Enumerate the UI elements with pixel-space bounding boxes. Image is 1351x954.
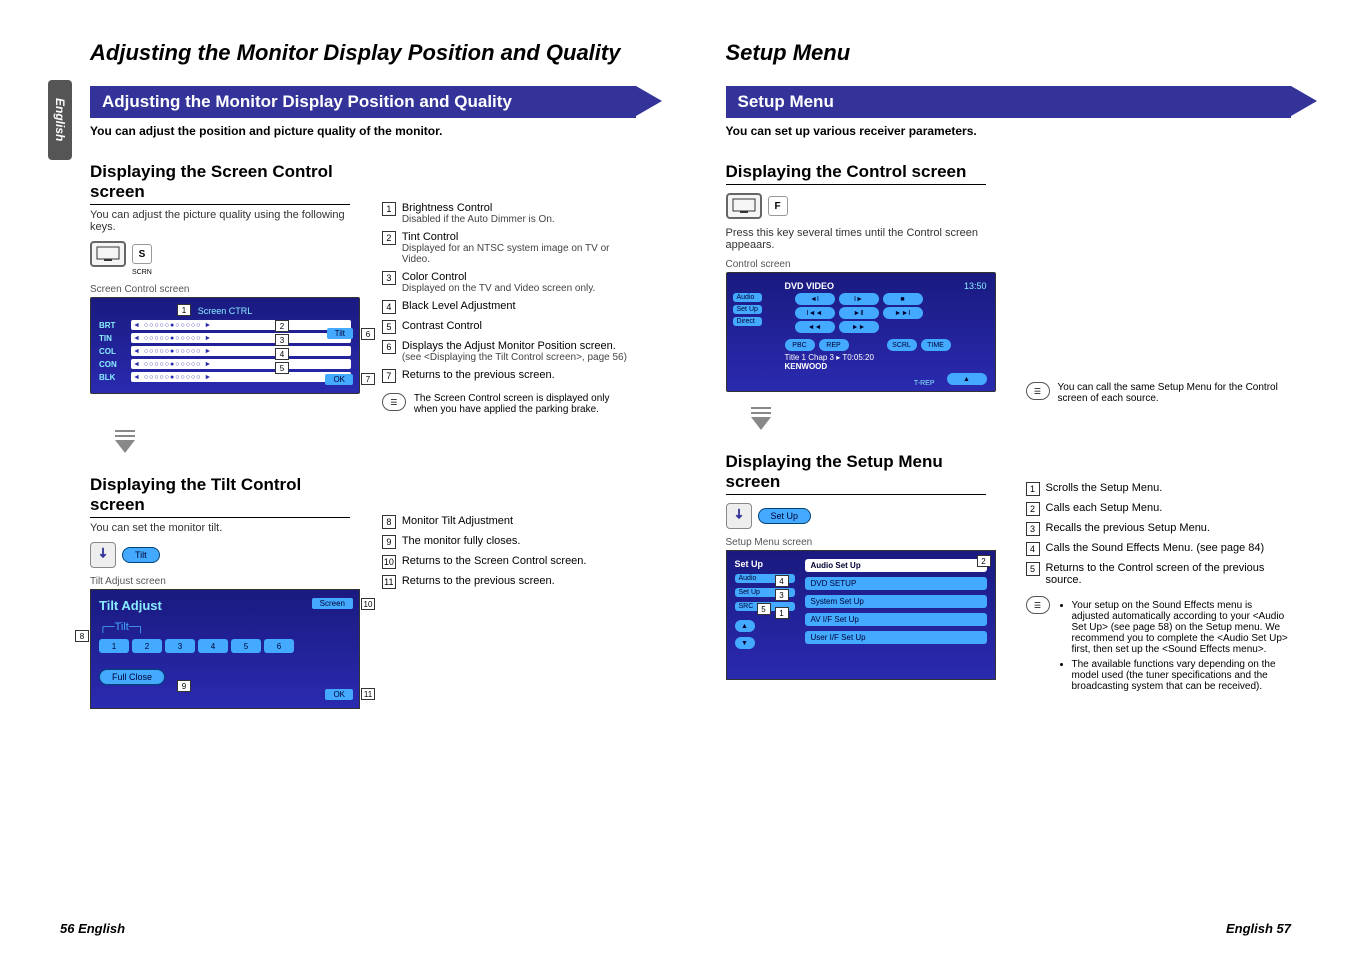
item-2: 2Tint ControlDisplayed for an NTSC syste… (382, 231, 636, 265)
f-key-icon: F (768, 196, 788, 216)
dvd-screen-mock: Audio Set Up Direct DVD VIDEO 13:50 ◄ⅠⅠ►… (726, 272, 996, 392)
item-10: 10Returns to the Screen Control screen. (382, 555, 636, 569)
dvd-side-audio: Audio (733, 293, 762, 302)
right-footer: English 57 (1226, 921, 1291, 936)
right-page-title: Setup Menu (726, 40, 1292, 66)
menu-avif-setup: AV I/F Set Up (805, 613, 987, 626)
left-page-title: Adjusting the Monitor Display Position a… (90, 40, 636, 66)
text-screen-control: You can adjust the picture quality using… (90, 209, 350, 233)
item-9: 9The monitor fully closes. (382, 535, 636, 549)
slider-col: COL (99, 347, 127, 356)
dvd-up-btn: ▲ (947, 373, 987, 385)
right-banner: Setup Menu (726, 86, 1292, 118)
tag-rep: REP (819, 339, 849, 351)
bullet-1: Your setup on the Sound Effects menu is … (1072, 600, 1292, 655)
tag-scrl: SCRL (887, 339, 917, 351)
r-item-2: 2Calls each Setup Menu. (1026, 502, 1292, 516)
setup-screen-label: Setup Menu screen (726, 537, 996, 548)
screen-btn: Screen (312, 598, 353, 609)
full-close-btn: Full Close (99, 669, 165, 685)
note-3: ☰ Your setup on the Sound Effects menu i… (1026, 596, 1292, 696)
scrn-label: SCRN (132, 269, 352, 276)
menu-system-setup: System Set Up (805, 595, 987, 608)
r-item-3: 3Recalls the previous Setup Menu. (1026, 522, 1292, 536)
item-11: 11Returns to the previous screen. (382, 575, 636, 589)
slider-blk: BLK (99, 373, 127, 382)
note-icon-2: ☰ (1026, 382, 1050, 400)
note-1: ☰ The Screen Control screen is displayed… (382, 393, 636, 415)
heading-control-screen: Displaying the Control screen (726, 162, 986, 185)
control-screen-label: Control screen (726, 259, 996, 270)
note-icon-3: ☰ (1026, 596, 1050, 614)
heading-setup-menu: Displaying the Setup Menu screen (726, 452, 986, 495)
item-1: 1Brightness ControlDisabled if the Auto … (382, 202, 636, 225)
tag-pbc: PBC (785, 339, 815, 351)
r-item-1: 1Scrolls the Setup Menu. (1026, 482, 1292, 496)
s-key-icon: S (132, 244, 152, 264)
dvd-side-setup: Set Up (733, 305, 762, 314)
slider-brt: BRT (99, 321, 127, 330)
dvd-title: DVD VIDEO (785, 281, 835, 291)
slider-tin: TIN (99, 334, 127, 343)
text-control-screen: Press this key several times until the C… (726, 227, 986, 251)
setup-pill: Set Up (758, 508, 812, 524)
setup-title: Set Up (735, 559, 795, 569)
left-footer: 56 English (60, 921, 125, 936)
monitor-icon-2 (726, 193, 762, 219)
menu-userif-setup: User I/F Set Up (805, 631, 987, 644)
dvd-trep: T-REP (914, 380, 935, 387)
arrow-down-icon (110, 425, 140, 455)
setup-menu-mock: Set Up Audio Set Up SRC ▲ ▼ Audio Set Up… (726, 550, 996, 680)
text-tilt: You can set the monitor tilt. (90, 522, 350, 534)
note-icon: ☰ (382, 393, 406, 411)
item-5: 5Contrast Control (382, 320, 636, 334)
tilt-4: 4 (198, 639, 228, 653)
item-7: 7Returns to the previous screen. (382, 369, 636, 383)
s-key-label: S (139, 249, 146, 260)
dvd-info2: KENWOOD (785, 362, 987, 371)
heading-screen-control: Displaying the Screen Control screen (90, 162, 350, 205)
ok-screen-btn: OK (325, 374, 353, 385)
item-3: 3Color ControlDisplayed on the TV and Vi… (382, 271, 636, 294)
bullet-2: The available functions vary depending o… (1072, 659, 1292, 692)
right-page: Setup Menu Setup Menu You can set up var… (676, 0, 1351, 954)
tilt-screen-btn: Tilt (327, 328, 353, 339)
screen-control-label: Screen Control screen (90, 284, 352, 295)
left-intro: You can adjust the position and picture … (90, 124, 636, 138)
tilt-sub: ┌─Tilt─┐ (99, 621, 351, 633)
menu-dvd-setup: DVD SETUP (805, 577, 987, 590)
tilt-pill: Tilt (122, 547, 160, 563)
touch-icon-2 (726, 503, 752, 529)
r-item-5: 5Returns to the Control screen of the pr… (1026, 562, 1292, 586)
touch-icon (90, 542, 116, 568)
monitor-icon (90, 241, 126, 267)
tilt-screen-label: Tilt Adjust screen (90, 576, 352, 587)
note-2: ☰ You can call the same Setup Menu for t… (1026, 382, 1292, 404)
tilt-2: 2 (132, 639, 162, 653)
r-item-4: 4Calls the Sound Effects Menu. (see page… (1026, 542, 1292, 556)
menu-audio-setup: Audio Set Up (805, 559, 987, 572)
heading-tilt: Displaying the Tilt Control screen (90, 475, 350, 518)
dvd-info1: Title 1 Chap 3 ▸ T0:05:20 (785, 353, 987, 362)
tilt-1: 1 (99, 639, 129, 653)
item-8: 8Monitor Tilt Adjustment (382, 515, 636, 529)
left-page: Adjusting the Monitor Display Position a… (0, 0, 676, 954)
tilt-ok-btn: OK (325, 689, 353, 700)
screen-control-mock: Screen CTRL BRT◄ ○○○○○●○○○○○ ► TIN◄ ○○○○… (90, 297, 360, 394)
dvd-side-direct: Direct (733, 317, 762, 326)
tilt-3: 3 (165, 639, 195, 653)
screen-ctrl-title: Screen CTRL (99, 306, 351, 316)
tilt-mock: Tilt Adjust Screen ┌─Tilt─┐ 1 2 3 4 5 6 … (90, 589, 360, 709)
dvd-time: 13:50 (964, 281, 987, 291)
tilt-5: 5 (231, 639, 261, 653)
item-6: 6Displays the Adjust Monitor Position sc… (382, 340, 636, 363)
tag-time: TIME (921, 339, 951, 351)
f-key-label: F (774, 201, 780, 212)
slider-con: CON (99, 360, 127, 369)
arrow-down-icon-2 (746, 402, 776, 432)
left-banner: Adjusting the Monitor Display Position a… (90, 86, 636, 118)
right-intro: You can set up various receiver paramete… (726, 124, 1292, 138)
item-4: 4Black Level Adjustment (382, 300, 636, 314)
tilt-6: 6 (264, 639, 294, 653)
